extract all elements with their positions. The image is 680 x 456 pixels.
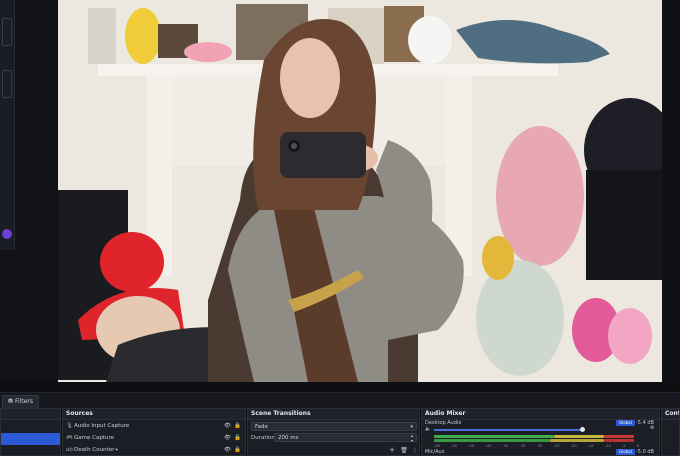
duration-value: 200 ms: [278, 435, 299, 441]
channel-level: -5.0 dB: [636, 449, 654, 455]
meter-scale-tick: -50: [468, 444, 475, 448]
sources-dock: Sources 🎙Audio Input Capture 👁 🔒 🎮Game C…: [62, 408, 246, 456]
visibility-eye-icon[interactable]: 👁: [224, 420, 231, 432]
stepper-arrows-icon: ▴ ▾: [410, 433, 413, 443]
transition-select[interactable]: Fade ▾: [251, 422, 417, 431]
meter-scale-tick: 0: [636, 444, 639, 448]
transitions-dock-title: Scene Transitions: [248, 409, 419, 420]
meter-scale-tick: -55: [451, 444, 458, 448]
filters-button[interactable]: ⛃ Filters: [2, 395, 40, 409]
source-item[interactable]: abDeath Counter+ 👁 🔒: [63, 444, 245, 455]
duration-spinbox[interactable]: 200 ms ▴ ▾: [274, 433, 417, 443]
volume-slider-knob[interactable]: [580, 427, 585, 432]
webcam-feed-image: [58, 0, 662, 382]
meter-scale-tick: -15: [587, 444, 594, 448]
scene-list-item-selected[interactable]: [1, 433, 60, 445]
meter-scale-tick: -25: [553, 444, 560, 448]
visibility-eye-icon[interactable]: 👁: [224, 444, 231, 455]
scene-transitions-dock: Scene Transitions Fade ▾ Duration 200 ms…: [247, 408, 420, 456]
sources-dock-title: Sources: [63, 409, 245, 420]
level-meter-yellow: [550, 439, 604, 442]
source-item[interactable]: 🎙Audio Input Capture 👁 🔒: [63, 420, 245, 432]
meter-scale-tick: -10: [604, 444, 611, 448]
lock-icon[interactable]: 🔒: [234, 444, 241, 455]
right-panel-edge: [662, 0, 680, 392]
meter-scale-tick: -45: [485, 444, 492, 448]
context-bar: ⛃ Filters: [0, 392, 680, 409]
source-name: Death Counter+: [74, 447, 119, 453]
mixer-dock-title: Audio Mixer: [422, 409, 659, 420]
source-name: Audio Input Capture: [74, 423, 130, 429]
filters-label: Filters: [15, 398, 34, 405]
gear-icon[interactable]: ⚙: [650, 425, 654, 431]
level-meter-yellow: [554, 435, 604, 438]
add-transition-button[interactable]: +: [387, 446, 397, 455]
source-item[interactable]: 🎮Game Capture 👁 🔒: [63, 432, 245, 444]
preview-bottom-strip: [0, 382, 680, 392]
level-meter-red: [604, 435, 634, 438]
channel-name: Mic/Aux: [425, 449, 445, 455]
controls-dock-title: Contr: [662, 409, 679, 420]
record-indicator-icon: [2, 229, 12, 239]
meter-scale-tick: -60: [434, 444, 441, 448]
meter-scale-tick: -30: [536, 444, 543, 448]
transition-selected-value: Fade: [255, 424, 268, 430]
meter-scale-tick: -35: [519, 444, 526, 448]
meter-scale-tick: -40: [502, 444, 509, 448]
visibility-eye-icon[interactable]: 👁: [224, 432, 231, 444]
source-name: Game Capture: [74, 435, 114, 441]
global-badge: Global: [616, 420, 635, 426]
bottom-docks: Sources 🎙Audio Input Capture 👁 🔒 🎮Game C…: [0, 408, 680, 456]
left-dock-strip: [0, 0, 15, 250]
volume-slider-track[interactable]: [434, 429, 584, 431]
text-icon: ab: [66, 447, 73, 453]
dock-handle[interactable]: [2, 18, 12, 46]
lock-icon[interactable]: 🔒: [234, 420, 241, 432]
scenes-dock-header: [1, 409, 60, 420]
meter-scale-tick: -20: [570, 444, 577, 448]
camera-preview[interactable]: [58, 0, 662, 382]
gamepad-icon: 🎮: [66, 435, 73, 441]
scenes-dock: [0, 408, 61, 456]
dock-handle[interactable]: [2, 70, 12, 98]
mic-icon: 🎙: [66, 423, 73, 429]
meter-scale-tick: -5: [621, 444, 626, 448]
controls-dock: Contr: [661, 408, 680, 456]
trash-icon[interactable]: 🗑: [399, 446, 409, 455]
lock-icon[interactable]: 🔒: [234, 432, 241, 444]
audio-mixer-dock: Audio Mixer Desktop Audio Global -5.4 dB…: [421, 408, 660, 456]
duration-label: Duration: [251, 435, 275, 441]
level-meter-red: [604, 439, 634, 442]
meter-scale: -60 -55 -50 -45 -40 -35 -30 -25 -20 -15 …: [434, 444, 639, 448]
more-options-icon[interactable]: ⋮: [410, 446, 419, 455]
filter-icon: ⛃: [8, 398, 14, 405]
global-badge: Global: [616, 449, 635, 455]
level-meter-green: [434, 435, 554, 438]
level-meter-green: [434, 439, 550, 442]
speaker-icon[interactable]: 🔈: [425, 426, 431, 432]
chevron-down-icon: ▾: [410, 424, 413, 430]
